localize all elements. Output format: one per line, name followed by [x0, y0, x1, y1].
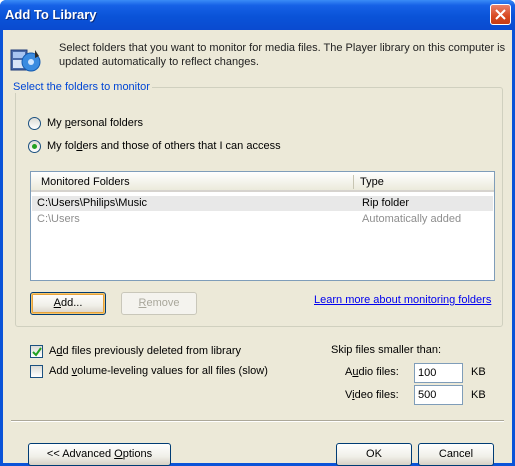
add-deleted-files-checkbox[interactable] [30, 345, 43, 358]
title-bar[interactable]: Add To Library [0, 0, 515, 30]
list-item[interactable]: C:\Users\Philips\Music Rip folder [32, 196, 493, 211]
folder-type: Rip folder [362, 197, 410, 209]
column-separator[interactable] [353, 175, 354, 189]
remove-folder-button: Remove [121, 292, 197, 315]
video-files-label: Video files: [345, 389, 399, 401]
audio-size-input[interactable]: 100 [414, 363, 463, 383]
video-unit: KB [471, 389, 486, 401]
add-folder-button[interactable]: Add... [30, 292, 106, 315]
list-item[interactable]: C:\Users Automatically added [32, 212, 493, 227]
list-header: Monitored Folders Type [31, 172, 494, 192]
folder-type: Automatically added [362, 213, 462, 225]
radio-my-personal-folders[interactable] [28, 117, 41, 130]
audio-files-label: Audio files: [345, 366, 399, 378]
add-to-library-dialog: Add To Library Select folders that you w… [0, 0, 515, 466]
intro-text: Select folders that you want to monitor … [59, 42, 506, 68]
skip-files-heading: Skip files smaller than: [331, 344, 442, 356]
radio-my-personal-folders-label[interactable]: My personal folders [47, 117, 143, 129]
folder-path: C:\Users\Philips\Music [37, 197, 148, 209]
add-deleted-files-label[interactable]: Add files previously deleted from librar… [49, 345, 241, 357]
window-title: Add To Library [5, 7, 97, 22]
audio-unit: KB [471, 366, 486, 378]
media-library-icon [10, 49, 41, 72]
close-icon [495, 9, 506, 20]
groupbox-legend: Select the folders to monitor [11, 81, 152, 93]
cancel-button[interactable]: Cancel [418, 443, 494, 466]
column-type[interactable]: Type [360, 176, 384, 188]
monitored-folders-list[interactable]: Monitored Folders Type C:\Users\Philips\… [30, 171, 495, 281]
volume-leveling-label[interactable]: Add volume-leveling values for all files… [49, 365, 268, 377]
radio-my-folders-and-others-label[interactable]: My folders and those of others that I ca… [47, 140, 281, 152]
column-monitored-folders[interactable]: Monitored Folders [41, 176, 130, 188]
volume-leveling-checkbox[interactable] [30, 365, 43, 378]
checkmark-icon [32, 347, 42, 357]
learn-more-link[interactable]: Learn more about monitoring folders [314, 294, 491, 306]
dialog-body: Select folders that you want to monitor … [3, 30, 512, 466]
ok-button[interactable]: OK [336, 443, 412, 466]
advanced-options-button[interactable]: << Advanced Options [28, 443, 171, 466]
video-size-input[interactable]: 500 [414, 385, 463, 405]
bottom-separator [11, 420, 504, 422]
close-button[interactable] [490, 4, 511, 25]
folder-path: C:\Users [37, 213, 80, 225]
radio-my-folders-and-others[interactable] [28, 140, 41, 153]
